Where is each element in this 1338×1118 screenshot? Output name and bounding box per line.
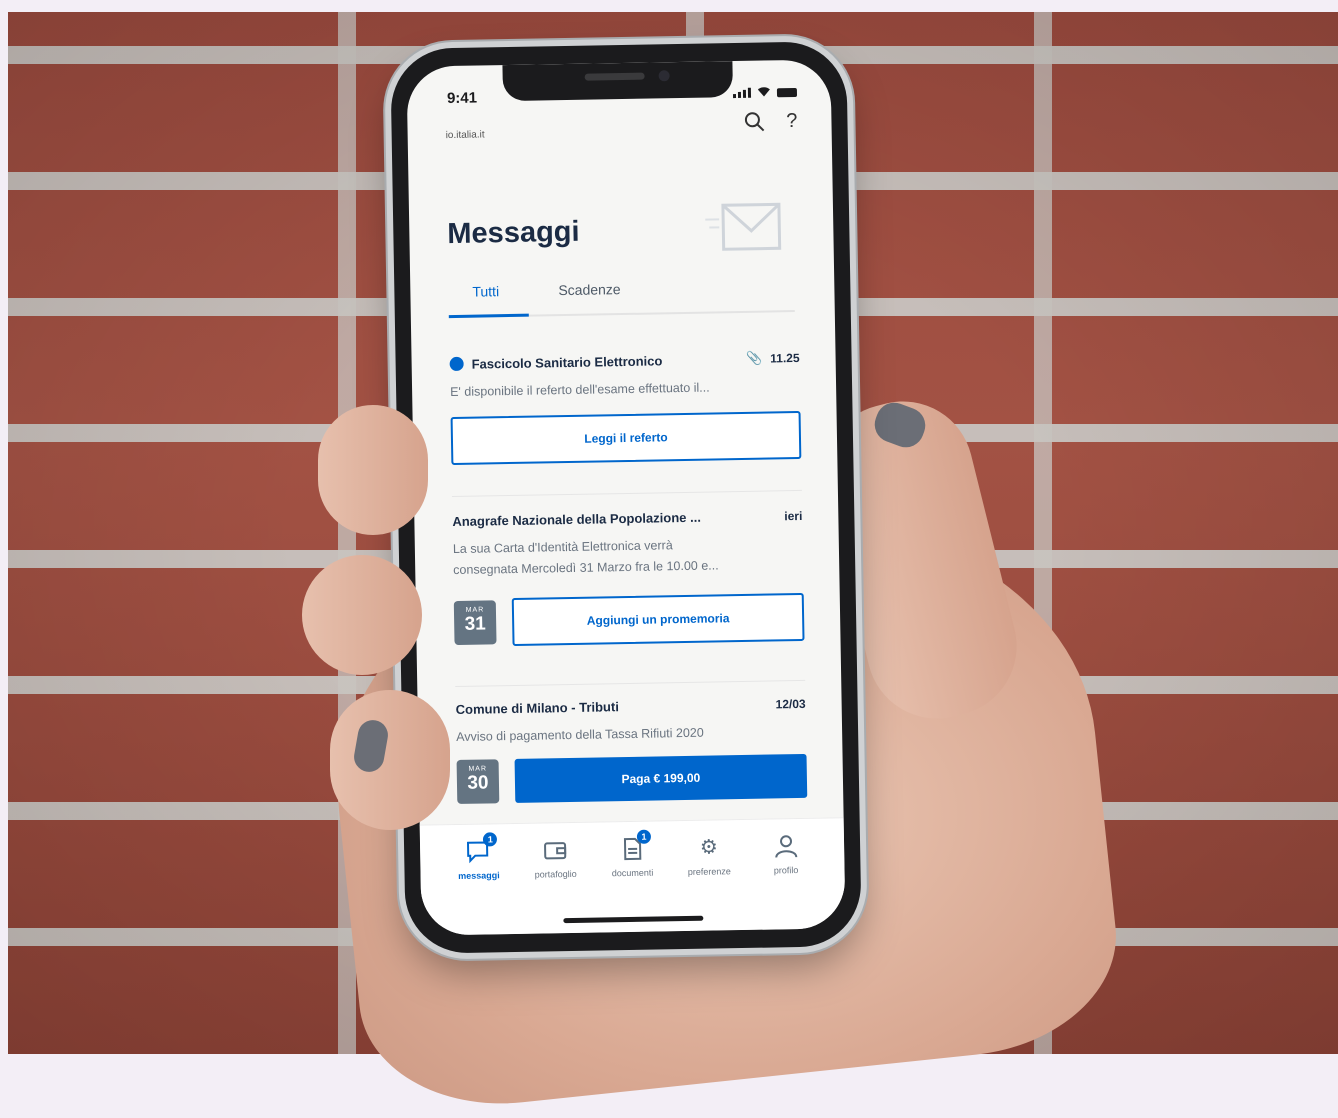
- calendar-icon: MAR 30: [457, 759, 500, 804]
- message-preview: Avviso di pagamento della Tassa Rifiuti …: [456, 721, 806, 748]
- smartphone: 9:41 io.italia.it ? Messaggi Tutti Scade…: [390, 41, 862, 954]
- tabbar-item-documenti[interactable]: 1 documenti: [599, 835, 666, 878]
- calendar-day: 31: [454, 613, 496, 636]
- message-time: 12/03: [775, 696, 805, 711]
- tabbar-label: preferenze: [688, 866, 731, 877]
- finger-ring: [330, 690, 450, 830]
- chat-icon: 1: [465, 838, 491, 864]
- read-report-button[interactable]: Leggi il referto: [451, 411, 802, 465]
- wifi-icon: [757, 86, 771, 97]
- signal-icon: [733, 88, 751, 98]
- badge: 1: [483, 832, 497, 846]
- search-icon[interactable]: [743, 111, 765, 133]
- speaker: [585, 73, 645, 81]
- wallet-icon: [542, 837, 568, 863]
- tab-scadenze[interactable]: Scadenze: [558, 281, 621, 298]
- envelope-icon: [705, 196, 784, 257]
- status-icons: [733, 86, 797, 98]
- user-icon: [772, 833, 798, 859]
- attachment-icon: 📎: [746, 351, 762, 367]
- message-sender: Comune di Milano - Tributi: [456, 699, 619, 717]
- message-preview: E' disponibile il referto dell'esame eff…: [450, 376, 800, 403]
- unread-dot: [450, 357, 464, 371]
- calendar-day: 30: [457, 772, 499, 795]
- tabbar-label: profilo: [774, 865, 799, 875]
- finger-index: [318, 405, 428, 535]
- message-item-anpr[interactable]: Anagrafe Nazionale della Popolazione ...…: [452, 508, 804, 647]
- finger-middle: [302, 555, 422, 675]
- front-camera: [659, 70, 670, 81]
- gear-icon: ⚙: [696, 834, 722, 860]
- notch: [502, 61, 733, 101]
- page-title: Messaggi: [447, 216, 580, 251]
- message-item-milano[interactable]: Comune di Milano - Tributi 12/03 Avviso …: [456, 696, 808, 804]
- message-time: 11.25: [770, 351, 800, 366]
- tabbar-label: documenti: [612, 868, 654, 879]
- phone-screen: 9:41 io.italia.it ? Messaggi Tutti Scade…: [406, 59, 845, 935]
- active-tab-indicator: [449, 314, 529, 318]
- message-item-fse[interactable]: Fascicolo Sanitario Elettronico 📎 11.25 …: [450, 350, 802, 465]
- tabbar-item-profilo[interactable]: profilo: [752, 833, 819, 876]
- tab-tutti[interactable]: Tutti: [472, 283, 499, 299]
- calendar-icon: MAR 31: [454, 600, 497, 645]
- divider: [452, 490, 802, 497]
- help-icon[interactable]: ?: [786, 110, 798, 133]
- add-reminder-button[interactable]: Aggiungi un promemoria: [512, 593, 805, 646]
- battery-icon: [777, 88, 797, 97]
- status-time: 9:41: [447, 90, 477, 108]
- message-sender: Fascicolo Sanitario Elettronico: [472, 353, 663, 371]
- badge: 1: [637, 830, 651, 844]
- domain-label: io.italia.it: [446, 129, 485, 141]
- tabbar-label: portafoglio: [535, 869, 577, 880]
- calendar-month: MAR: [454, 600, 496, 614]
- bottom-tab-bar: 1 messaggi portafoglio 1 documenti: [420, 817, 846, 935]
- calendar-month: MAR: [457, 759, 499, 773]
- home-indicator[interactable]: [563, 916, 703, 923]
- tabbar-label: messaggi: [458, 870, 500, 881]
- message-preview: La sua Carta d'Identità Elettronica verr…: [453, 533, 804, 581]
- tabbar-item-preferenze[interactable]: ⚙ preferenze: [676, 834, 743, 877]
- tabbar-item-portafoglio[interactable]: portafoglio: [522, 837, 589, 880]
- message-tabs: Tutti Scadenze: [448, 270, 795, 318]
- tabbar-item-messaggi[interactable]: 1 messaggi: [445, 838, 512, 881]
- pay-button[interactable]: Paga € 199,00: [515, 754, 808, 803]
- document-icon: 1: [619, 836, 645, 862]
- message-time: ieri: [784, 508, 802, 522]
- divider: [455, 680, 805, 687]
- message-sender: Anagrafe Nazionale della Popolazione ...: [452, 510, 701, 529]
